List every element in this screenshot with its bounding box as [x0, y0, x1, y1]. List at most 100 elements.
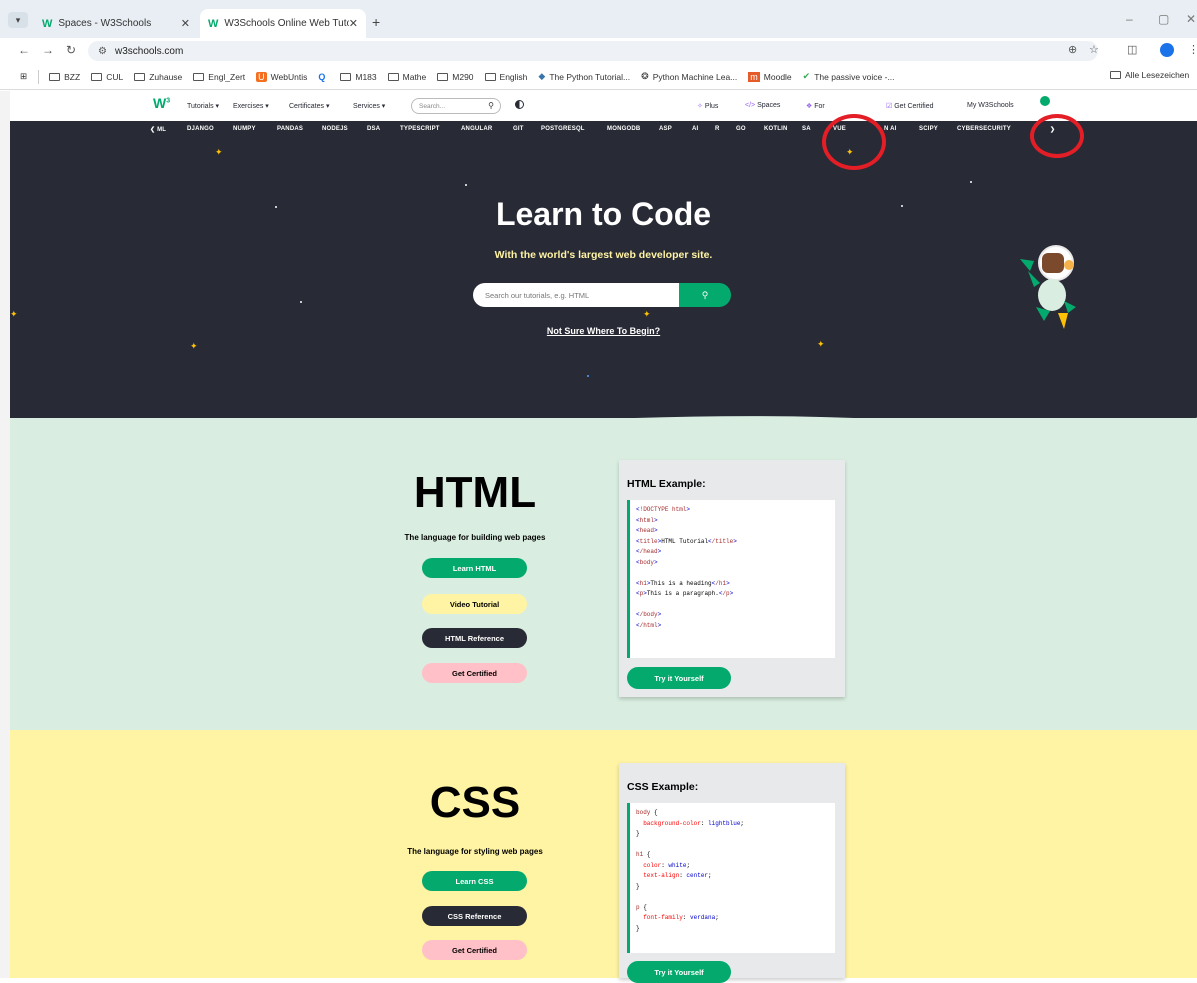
page-left-edge	[0, 91, 10, 978]
bookmark-m290[interactable]: M290	[437, 72, 474, 82]
css-example-title: CSS Example:	[627, 781, 699, 793]
new-tab-icon[interactable]: +	[372, 14, 380, 30]
close-icon[interactable]: ✕	[349, 17, 358, 30]
close-window-icon[interactable]: ✕	[1186, 12, 1196, 26]
w3-favicon-icon: W	[42, 17, 53, 30]
bookmark-zuhause[interactable]: Zuhause	[134, 72, 182, 82]
bookmark-moodle[interactable]: m Moodle	[748, 71, 792, 82]
nav-my-w3schools[interactable]: My W3Schools	[967, 102, 1014, 109]
topic-item[interactable]: DSA	[367, 126, 380, 132]
bookmark-label: Python Machine Lea...	[652, 71, 738, 82]
tab-w3schools[interactable]: W W3Schools Online Web Tutoria ✕	[200, 9, 366, 38]
user-avatar[interactable]	[1040, 96, 1050, 106]
star-decoration: ✦	[190, 341, 198, 351]
tab-search-icon[interactable]: ▾	[8, 12, 28, 28]
minimize-icon[interactable]: –	[1126, 12, 1133, 26]
bookmark-label: Engl_Zert	[208, 71, 246, 82]
get-certified-css-button[interactable]: Get Certified	[422, 940, 527, 960]
moodle-icon: m	[748, 71, 760, 82]
bookmark-q[interactable]: Q	[318, 72, 329, 82]
topic-item[interactable]: POSTGRESQL	[541, 126, 585, 132]
nav-for-teachers[interactable]: ❖ For	[806, 102, 825, 110]
nav-certificates[interactable]: Certificates ▾	[289, 102, 329, 110]
menu-icon[interactable]: ⋮	[1188, 43, 1197, 56]
site-info-icon[interactable]: ⚙	[98, 46, 107, 57]
nav-exercises[interactable]: Exercises ▾	[233, 102, 269, 110]
learn-html-button[interactable]: Learn HTML	[422, 558, 527, 578]
topic-item[interactable]: NUMPY	[233, 126, 256, 132]
extensions-icon[interactable]: ◫	[1127, 43, 1137, 56]
annotation-circle	[822, 114, 886, 170]
html-reference-button[interactable]: HTML Reference	[422, 628, 527, 648]
hero-search-input[interactable]: Search our tutorials, e.g. HTML	[473, 283, 679, 307]
folder-icon	[49, 72, 61, 81]
html-try-it-button[interactable]: Try it Yourself	[627, 667, 731, 689]
bookmark-cul[interactable]: CUL	[91, 72, 123, 82]
w3schools-logo[interactable]: W3	[153, 95, 170, 111]
zoom-icon[interactable]: ⊕	[1068, 43, 1077, 56]
tab-spaces[interactable]: W Spaces - W3Schools ✕	[34, 9, 198, 38]
topic-item[interactable]: CYBERSECURITY	[957, 126, 1011, 132]
maximize-icon[interactable]: ▢	[1158, 12, 1169, 26]
url-input[interactable]: ⚙ w3schools.com	[88, 41, 1098, 61]
topic-item[interactable]: AI	[692, 126, 698, 132]
bookmark-bzz[interactable]: BZZ	[49, 72, 80, 82]
topic-item[interactable]: R	[715, 126, 720, 132]
search-icon[interactable]: ⚲	[488, 101, 494, 110]
dark-mode-toggle-icon[interactable]	[515, 100, 524, 109]
learn-css-button[interactable]: Learn CSS	[422, 871, 527, 891]
reload-icon[interactable]: ↻	[66, 43, 76, 57]
nav-get-certified[interactable]: ☑ Get Certified	[886, 102, 934, 110]
topic-item[interactable]: N AI	[884, 126, 897, 132]
get-certified-html-button[interactable]: Get Certified	[422, 663, 527, 683]
star-decoration: ✦	[817, 339, 825, 349]
bookmark-webuntis[interactable]: U WebUntis	[256, 71, 307, 82]
profile-avatar[interactable]	[1160, 43, 1174, 57]
bookmark-m183[interactable]: M183	[340, 71, 377, 82]
topic-item[interactable]: SCIPY	[919, 126, 938, 132]
forward-icon[interactable]: →	[42, 43, 54, 57]
topic-item[interactable]: GIT	[513, 126, 524, 132]
topic-item[interactable]: TYPESCRIPT	[400, 126, 440, 132]
nav-plus[interactable]: ✧ Plus	[697, 102, 718, 110]
bookmark-english[interactable]: English	[484, 72, 527, 82]
site-search-input[interactable]: Search... ⚲	[411, 98, 501, 114]
topic-item[interactable]: MONGODB	[607, 126, 640, 132]
topic-item[interactable]: ANGULAR	[461, 126, 492, 132]
webuntis-icon: U	[256, 71, 267, 82]
video-tutorial-button[interactable]: Video Tutorial	[422, 594, 527, 614]
star-decoration: ✦	[215, 147, 223, 157]
bookmark-python-tutorial[interactable]: ◆ The Python Tutorial...	[538, 71, 630, 82]
css-reference-button[interactable]: CSS Reference	[422, 906, 527, 926]
bookmark-mathe[interactable]: Mathe	[387, 72, 426, 82]
hero-search-button[interactable]: ⚲	[679, 283, 731, 307]
dot-decoration	[587, 375, 589, 377]
apps-icon[interactable]: ⊞	[20, 71, 27, 82]
close-icon[interactable]: ✕	[181, 17, 190, 30]
bookmark-python-ml[interactable]: ❂ Python Machine Lea...	[641, 71, 737, 82]
topic-item[interactable]: SA	[802, 126, 811, 132]
all-bookmarks[interactable]: Alle Lesezeichen	[1110, 70, 1189, 80]
folder-icon	[387, 72, 399, 81]
bookmark-passive-voice[interactable]: ✔ The passive voice -...	[803, 71, 895, 82]
topic-item[interactable]: PANDAS	[277, 126, 303, 132]
python-icon: ◆	[538, 71, 546, 81]
logo-text: W	[153, 95, 167, 111]
topic-item[interactable]: NODEJS	[322, 126, 348, 132]
topic-prev[interactable]: ❮ ML	[150, 126, 166, 133]
nav-tutorials[interactable]: Tutorials ▾	[187, 102, 219, 110]
topic-item[interactable]: GO	[736, 126, 746, 132]
folder-icon	[484, 72, 496, 81]
nav-services[interactable]: Services ▾	[353, 102, 385, 110]
bookmark-star-icon[interactable]: ☆	[1089, 43, 1099, 56]
html-section: HTML The language for building web pages…	[10, 418, 1197, 730]
css-try-it-button[interactable]: Try it Yourself	[627, 961, 731, 983]
html-tagline: The language for building web pages	[404, 533, 546, 542]
bookmark-engl-zert[interactable]: Engl_Zert	[193, 72, 245, 82]
back-icon[interactable]: ←	[18, 43, 30, 57]
topic-item[interactable]: DJANGO	[187, 126, 214, 132]
nav-spaces[interactable]: </> Spaces	[745, 102, 780, 109]
topic-item[interactable]: KOTLIN	[764, 126, 788, 132]
bookmark-label: M183	[355, 71, 377, 82]
topic-item[interactable]: ASP	[659, 126, 672, 132]
